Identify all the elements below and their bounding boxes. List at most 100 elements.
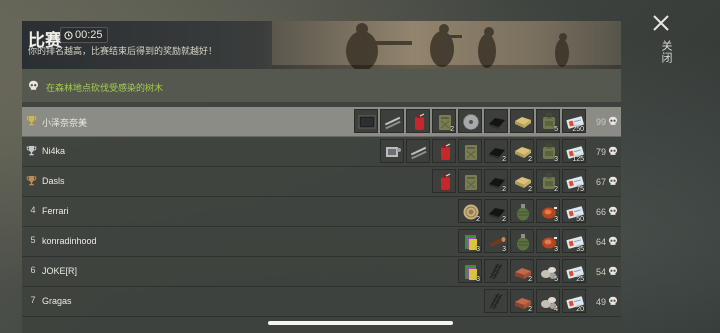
reward-slot[interactable]: 5 [536,109,560,133]
reward-slot[interactable]: 2 [536,169,560,193]
reward-slot[interactable]: 2 [510,169,534,193]
reward-slot[interactable] [484,259,508,283]
reward-slot[interactable] [510,199,534,223]
reward-slot[interactable]: 2 [432,109,456,133]
reward-slot[interactable] [458,169,482,193]
player-name: Dasls [42,176,65,186]
reward-items: 2 2 3 125 [380,139,586,163]
leaderboard-row[interactable]: Dasls 2 2 2 75 67 [22,167,621,197]
reward-items: 2 2 2 75 [432,169,586,193]
reward-slot[interactable]: 5 [536,259,560,283]
item-count: 2 [528,156,532,163]
reward-slot[interactable]: 20 [562,289,586,313]
red-fuel-can-icon [441,143,451,160]
reward-slot[interactable] [510,229,534,253]
skull-icon [608,206,618,215]
reward-slot[interactable] [432,169,456,193]
reward-slot[interactable]: 125 [562,139,586,163]
leaderboard-row[interactable]: 小泽奈奈美 2 5 250 99 [22,107,621,137]
item-count: 2 [502,186,506,193]
timer-value: 00:25 [75,29,103,41]
reward-slot[interactable] [406,139,430,163]
player-score: 54 [595,267,606,277]
reward-slot[interactable]: 2 [484,169,508,193]
player-name: Ni4ka [42,146,66,156]
planks-icon [515,117,531,128]
reward-slot[interactable] [406,109,430,133]
reward-slot[interactable]: 3 [536,139,560,163]
player-name: Ferrari [42,206,69,216]
reward-slot[interactable]: 4 [536,289,560,313]
spring-icon [489,263,503,280]
reward-slot[interactable]: 25 [562,259,586,283]
rank-number: 5 [30,235,36,245]
item-count: 125 [572,156,584,163]
saw-blade-icon [463,114,479,130]
reward-slot[interactable] [458,109,482,133]
home-indicator[interactable] [268,321,453,325]
item-count: 20 [576,306,584,313]
leaderboard-row[interactable]: 6 JOKE[R] 3 2 5 25 54 [22,257,621,287]
item-count: 2 [450,126,454,133]
reward-slot[interactable] [510,109,534,133]
reward-slot[interactable]: 3 [458,259,482,283]
reward-slot[interactable] [432,139,456,163]
close-icon[interactable] [652,14,670,32]
jerrycan-icon [465,145,477,160]
reward-slot[interactable] [354,109,378,133]
reward-slot[interactable]: 2 [458,199,482,223]
leaderboard-row[interactable]: 5 konradinhood 3 3 3 35 64 [22,227,621,257]
rank-number: 6 [30,265,36,275]
reward-slot[interactable]: 3 [536,199,560,223]
red-fuel-can-icon [441,173,451,190]
player-name: 小泽奈奈美 [42,118,88,128]
rubber-icon [489,118,505,129]
event-subtitle: 你的排名越高，比赛结束后得到的奖励就越好！ [28,46,218,56]
reward-slot[interactable]: 3 [458,229,482,253]
reward-slot[interactable] [484,289,508,313]
trophy-icon [26,116,37,126]
trophy-icon [26,176,37,186]
reward-slot[interactable] [380,139,404,163]
reward-items: 3 3 3 35 [458,229,586,253]
leaderboard-row[interactable]: 4 Ferrari 2 2 3 50 66 [22,197,621,227]
skull-icon [608,146,618,155]
reward-slot[interactable]: 3 [484,229,508,253]
item-count: 25 [576,276,584,283]
reward-slot[interactable]: 2 [510,259,534,283]
item-count: 2 [502,216,506,223]
item-count: 5 [554,126,558,133]
reward-slot[interactable]: 35 [562,229,586,253]
item-count: 2 [502,156,506,163]
reward-slot[interactable] [484,109,508,133]
reward-slot[interactable]: 50 [562,199,586,223]
reward-slot[interactable]: 250 [562,109,586,133]
skull-icon [608,176,618,185]
reward-slot[interactable]: 2 [484,139,508,163]
reward-slot[interactable]: 2 [484,199,508,223]
task-info-bar: 在森林地点砍伐受感染的树木 [22,69,621,102]
item-count: 3 [554,216,558,223]
skull-icon [608,266,618,275]
header-artwork [272,21,621,69]
close-label[interactable]: 关闭 [658,40,674,64]
reward-slot[interactable]: 75 [562,169,586,193]
skull-icon [608,236,618,245]
leaderboard-row[interactable]: Ni4ka 2 2 3 125 79 [22,137,621,167]
event-timer: 00:25 [60,27,108,43]
grenade-icon [517,234,529,251]
reward-slot[interactable]: 2 [510,139,534,163]
reward-slot[interactable] [380,109,404,133]
skull-icon [29,80,38,90]
pipes-icon [410,146,427,160]
item-count: 2 [528,306,532,313]
reward-items: 2 4 20 [484,289,586,313]
grenade-icon [517,204,529,221]
item-count: 5 [554,276,558,283]
leaderboard-row[interactable]: 7 Gragas 2 4 20 49 [22,287,621,317]
skull-icon [608,296,618,305]
close-button[interactable] [652,14,678,37]
reward-slot[interactable]: 2 [510,289,534,313]
reward-slot[interactable] [458,139,482,163]
reward-slot[interactable]: 3 [536,229,560,253]
